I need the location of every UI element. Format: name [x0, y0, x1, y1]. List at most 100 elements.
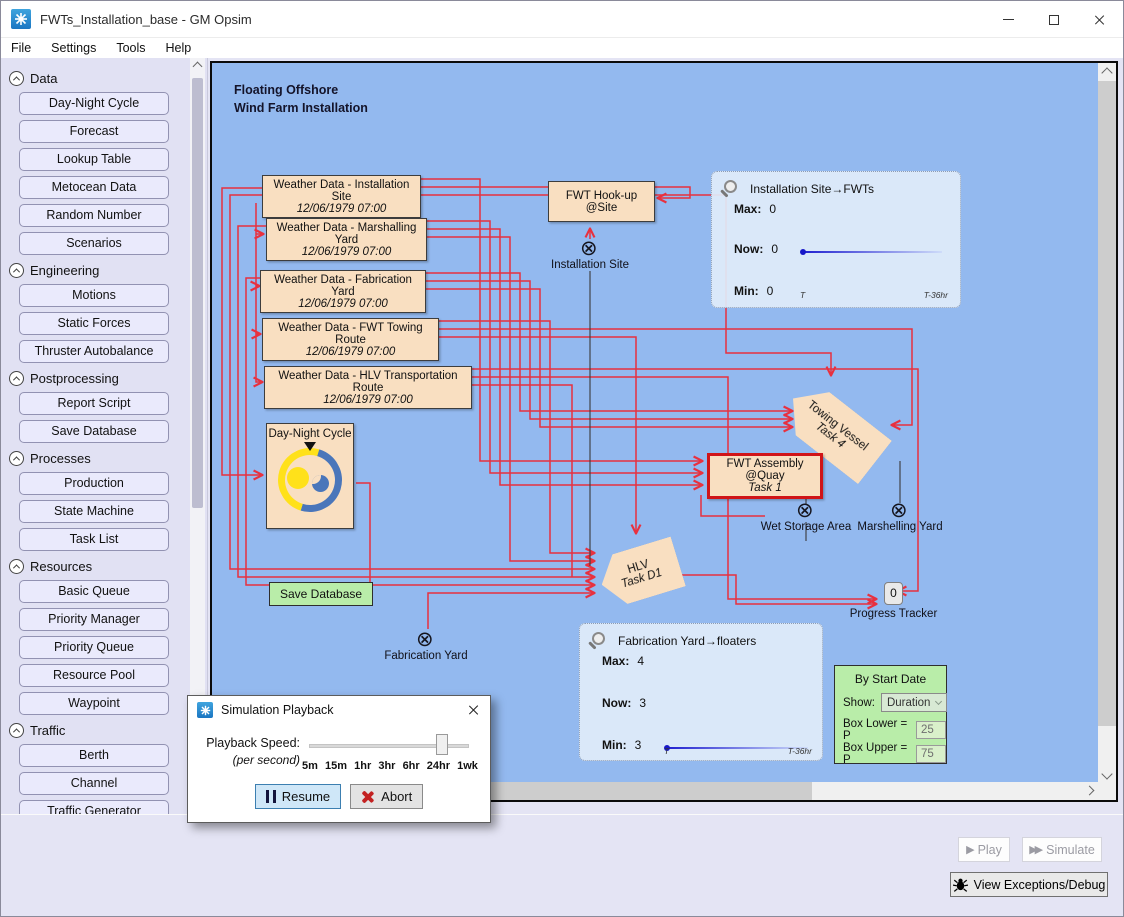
sidebar-item-berth[interactable]: Berth: [19, 744, 169, 767]
by-start-date-panel[interactable]: By Start Date Show: Duration Box Lower =…: [834, 665, 947, 764]
menu-tools[interactable]: Tools: [106, 38, 155, 58]
fast-forward-icon: ▶▶: [1029, 843, 1040, 856]
minimize-button[interactable]: [985, 1, 1031, 38]
node-hlv[interactable]: HLV Task D1: [594, 536, 686, 609]
resource-installation-site-icon[interactable]: ⊗: [580, 238, 598, 259]
box-lower-input[interactable]: [916, 721, 946, 739]
resource-fabrication-yard-label: Fabrication Yard: [361, 650, 491, 662]
day-night-icon: [278, 448, 342, 512]
sidebar-item-production[interactable]: Production: [19, 472, 169, 495]
resource-marshelling-yard-icon[interactable]: ⊗: [890, 500, 908, 521]
sidebar-item-scenarios[interactable]: Scenarios: [19, 232, 169, 255]
abort-x-icon: [361, 790, 375, 804]
slider-thumb[interactable]: [436, 734, 448, 755]
node-weather-hlv-transportation-route[interactable]: Weather Data - HLV Transportation Route …: [264, 366, 472, 409]
sidebar-section-traffic[interactable]: Traffic: [9, 722, 207, 739]
resource-installation-site-label: Installation Site: [525, 259, 655, 271]
sidebar-item-lookup-table[interactable]: Lookup Table: [19, 148, 169, 171]
sidebar-item-motions[interactable]: Motions: [19, 284, 169, 307]
sidebar-item-report-script[interactable]: Report Script: [19, 392, 169, 415]
node-weather-fabrication-yard[interactable]: Weather Data - Fabrication Yard 12/06/19…: [260, 270, 426, 313]
show-dropdown[interactable]: Duration: [881, 693, 947, 712]
bug-icon: [953, 877, 968, 892]
sidebar-item-random-number[interactable]: Random Number: [19, 204, 169, 227]
node-save-database[interactable]: Save Database: [269, 582, 373, 606]
bottom-bar: ▶ Play ▶▶ Simulate View Exceptions/Debug: [1, 814, 1123, 917]
model-canvas: Floating Offshore Wind Farm Installation: [210, 61, 1118, 802]
node-day-night-cycle[interactable]: Day-Night Cycle: [266, 423, 354, 529]
view-exceptions-debug-button[interactable]: View Exceptions/Debug: [950, 872, 1108, 897]
menu-file[interactable]: File: [1, 38, 41, 58]
sidebar-section-engineering[interactable]: Engineering: [9, 262, 207, 279]
node-weather-installation-site[interactable]: Weather Data - Installation Site 12/06/1…: [262, 175, 421, 218]
node-weather-fwt-towing-route[interactable]: Weather Data - FWT Towing Route 12/06/19…: [262, 318, 439, 361]
sidebar-item-forecast[interactable]: Forecast: [19, 120, 169, 143]
play-button[interactable]: ▶ Play: [958, 837, 1010, 862]
magnifier-icon: [592, 632, 605, 645]
sidebar-item-basic-queue[interactable]: Basic Queue: [19, 580, 169, 603]
sidebar-item-static-forces[interactable]: Static Forces: [19, 312, 169, 335]
sidebar-section-data[interactable]: Data: [9, 70, 207, 87]
abort-button[interactable]: Abort: [350, 784, 423, 809]
diagram-title: Floating Offshore Wind Farm Installation: [234, 81, 368, 117]
close-icon: [1094, 14, 1106, 26]
playback-speed-label: Playback Speed:: [200, 736, 300, 750]
pause-icon: [266, 790, 276, 803]
sidebar-item-metocean-data[interactable]: Metocean Data: [19, 176, 169, 199]
sidebar-item-resource-pool[interactable]: Resource Pool: [19, 664, 169, 687]
menu-settings[interactable]: Settings: [41, 38, 106, 58]
menu-help[interactable]: Help: [156, 38, 202, 58]
node-weather-marshalling-yard[interactable]: Weather Data - Marshalling Yard 12/06/19…: [266, 218, 427, 261]
gauge-installation-site-fwts[interactable]: Installation Site→FWTs Max:0 Now:0 Min:0…: [711, 171, 961, 308]
sidebar-item-task-list[interactable]: Task List: [19, 528, 169, 551]
box-upper-input[interactable]: [916, 745, 946, 763]
canvas-vertical-scrollbar[interactable]: [1098, 63, 1116, 782]
chevron-down-icon: [935, 697, 942, 704]
simulate-button[interactable]: ▶▶ Simulate: [1022, 837, 1102, 862]
sidebar-item-day-night-cycle[interactable]: Day-Night Cycle: [19, 92, 169, 115]
sidebar-section-resources[interactable]: Resources: [9, 558, 207, 575]
dialog-close-button[interactable]: [468, 704, 480, 716]
canvas-vscroll-thumb[interactable]: [1098, 81, 1116, 726]
sidebar-item-traffic-generator[interactable]: Traffic Generator: [19, 800, 169, 814]
resource-fabrication-yard-icon[interactable]: ⊗: [416, 629, 434, 650]
resume-button[interactable]: Resume: [255, 784, 341, 809]
dial-marker-icon: [304, 442, 316, 457]
magnifier-icon: [724, 180, 737, 193]
app-icon: [11, 9, 31, 29]
chevron-up-icon: [9, 559, 24, 574]
sidebar-item-state-machine[interactable]: State Machine: [19, 500, 169, 523]
slider-tick-labels: 5m15m 1hr3hr 6hr24hr 1wk: [302, 760, 478, 772]
progress-tracker-value[interactable]: 0: [884, 582, 903, 605]
node-fwt-assembly[interactable]: FWT Assembly @Quay Task 1: [707, 453, 823, 499]
node-fwt-hookup[interactable]: FWT Hook-up @Site: [548, 181, 655, 222]
diagram-canvas[interactable]: Floating Offshore Wind Farm Installation: [212, 63, 1098, 782]
chevron-up-icon: [9, 723, 24, 738]
scroll-down-icon: [1101, 768, 1112, 779]
sidebar-section-processes[interactable]: Processes: [9, 450, 207, 467]
sparkline: [666, 747, 808, 749]
close-button[interactable]: [1077, 1, 1123, 38]
menu-bar: File Settings Tools Help: [1, 38, 1123, 58]
sidebar-item-waypoint[interactable]: Waypoint: [19, 692, 169, 715]
dialog-title-bar[interactable]: Simulation Playback: [188, 696, 490, 724]
resource-wet-storage-icon[interactable]: ⊗: [796, 500, 814, 521]
sidebar-item-thruster-autobalance[interactable]: Thruster Autobalance: [19, 340, 169, 363]
sparkline: [802, 251, 942, 253]
title-bar: FWTs_Installation_base - GM Opsim: [1, 1, 1123, 38]
close-icon: [468, 704, 480, 716]
app-window: FWTs_Installation_base - GM Opsim File S…: [0, 0, 1124, 917]
sidebar-item-save-database[interactable]: Save Database: [19, 420, 169, 443]
chevron-up-icon: [9, 263, 24, 278]
chevron-up-icon: [9, 451, 24, 466]
sidebar-scrollbar-thumb[interactable]: [192, 78, 203, 508]
maximize-button[interactable]: [1031, 1, 1077, 38]
sun-icon: [287, 467, 309, 489]
sidebar-section-postprocessing[interactable]: Postprocessing: [9, 370, 207, 387]
sidebar-item-priority-manager[interactable]: Priority Manager: [19, 608, 169, 631]
scroll-up-icon: [193, 62, 203, 72]
play-icon: ▶: [966, 843, 971, 856]
sidebar-item-priority-queue[interactable]: Priority Queue: [19, 636, 169, 659]
gauge-fabrication-yard-floaters[interactable]: Fabrication Yard→floaters Max:4 Now:3 Mi…: [579, 623, 823, 761]
sidebar-item-channel[interactable]: Channel: [19, 772, 169, 795]
